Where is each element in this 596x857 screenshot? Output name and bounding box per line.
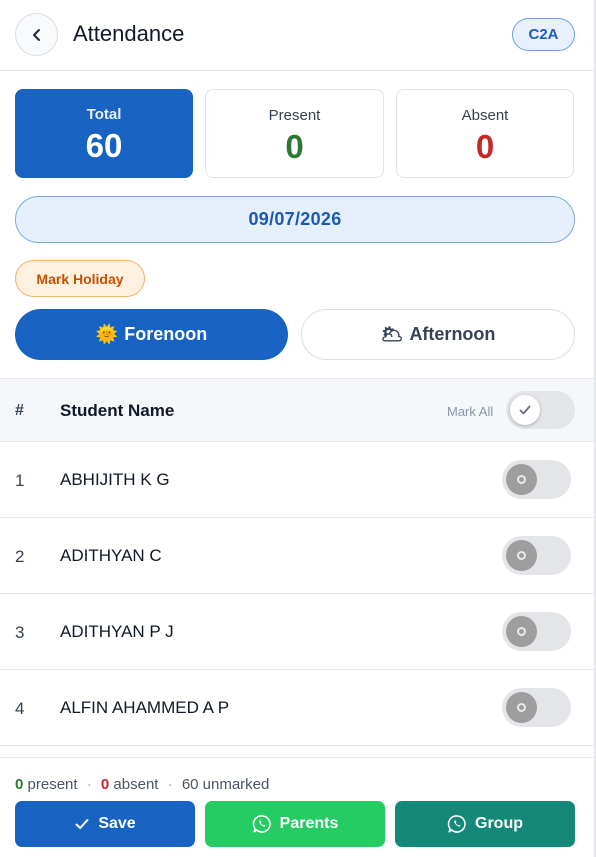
check-icon xyxy=(519,405,531,415)
footer-bar: 0 present · 0 absent · 60 unmarked Save … xyxy=(0,757,596,857)
group-label: Group xyxy=(475,815,523,832)
student-name: ABHIJITH K G xyxy=(60,470,170,489)
row-number: 1 xyxy=(15,471,25,490)
summary-absent-count: 0 xyxy=(100,776,110,793)
table-row: 1 ABHIJITH K G xyxy=(0,442,596,518)
mark-all-knob xyxy=(510,395,540,425)
afternoon-label: Afternoon xyxy=(409,324,496,344)
forenoon-tab[interactable]: 🌞 Forenoon xyxy=(15,309,288,360)
student-name: ADITHYAN P J xyxy=(60,622,174,641)
parents-button[interactable]: Parents xyxy=(205,801,385,847)
table-row: 3 ADITHYAN P J xyxy=(0,594,596,670)
summary-present-count: 0 xyxy=(15,776,24,793)
total-value: 60 xyxy=(85,127,123,164)
back-button[interactable] xyxy=(15,13,58,56)
date-picker[interactable]: 09/07/2026 xyxy=(15,196,575,243)
column-number-header: # xyxy=(15,402,24,419)
absent-value: 0 xyxy=(475,128,495,165)
total-stat-card: Total 60 xyxy=(15,89,193,178)
save-button[interactable]: Save xyxy=(15,801,195,847)
mark-all-toggle[interactable] xyxy=(506,391,575,429)
total-label: Total xyxy=(86,106,122,123)
table-header: # Student Name Mark All xyxy=(0,378,596,442)
attendance-toggle[interactable] xyxy=(502,688,571,727)
attendance-summary: 0 present · 0 absent · 60 unmarked xyxy=(15,776,269,793)
present-label: Present xyxy=(268,107,321,124)
toggle-knob xyxy=(506,616,537,647)
present-stat-card: Present 0 xyxy=(205,89,384,178)
summary-unmarked-text: 60 unmarked xyxy=(181,776,270,793)
attendance-toggle[interactable] xyxy=(502,612,571,651)
sun-icon: 🌞 xyxy=(95,324,119,344)
student-name: ALFIN AHAMMED A P xyxy=(60,698,230,717)
table-row: 4 ALFIN AHAMMED A P xyxy=(0,670,596,746)
table-row: 2 ADITHYAN C xyxy=(0,518,596,594)
row-number: 3 xyxy=(15,623,25,642)
row-number: 4 xyxy=(15,699,25,718)
toggle-knob xyxy=(506,692,537,723)
class-badge[interactable]: C2A xyxy=(512,18,575,51)
page-title: Attendance xyxy=(73,21,185,46)
absent-label: Absent xyxy=(461,107,509,124)
app-header: Attendance C2A xyxy=(0,0,596,71)
summary-absent-text: absent xyxy=(113,776,159,793)
mark-all-label: Mark All xyxy=(447,404,494,419)
summary-present-text: present xyxy=(27,776,78,793)
group-button[interactable]: Group xyxy=(395,801,575,847)
absent-stat-card: Absent 0 xyxy=(396,89,574,178)
column-name-header: Student Name xyxy=(60,401,175,420)
toggle-knob xyxy=(506,464,537,495)
attendance-toggle[interactable] xyxy=(502,536,571,575)
mark-holiday-button[interactable]: Mark Holiday xyxy=(15,260,145,297)
whatsapp-icon xyxy=(252,815,271,833)
attendance-toggle[interactable] xyxy=(502,460,571,499)
summary-separator: · xyxy=(167,776,173,793)
summary-separator: · xyxy=(86,776,92,793)
present-value: 0 xyxy=(285,128,304,165)
check-icon xyxy=(75,819,89,829)
cloud-sun-icon: 🌥 xyxy=(380,324,404,344)
whatsapp-icon xyxy=(447,815,466,833)
student-name: ADITHYAN C xyxy=(60,546,162,565)
forenoon-label: Forenoon xyxy=(124,324,208,344)
chevron-left-icon xyxy=(32,28,40,41)
toggle-knob xyxy=(506,540,537,571)
parents-label: Parents xyxy=(279,815,339,832)
row-number: 2 xyxy=(15,547,25,566)
save-label: Save xyxy=(98,815,136,832)
afternoon-tab[interactable]: 🌥 Afternoon xyxy=(301,309,575,360)
